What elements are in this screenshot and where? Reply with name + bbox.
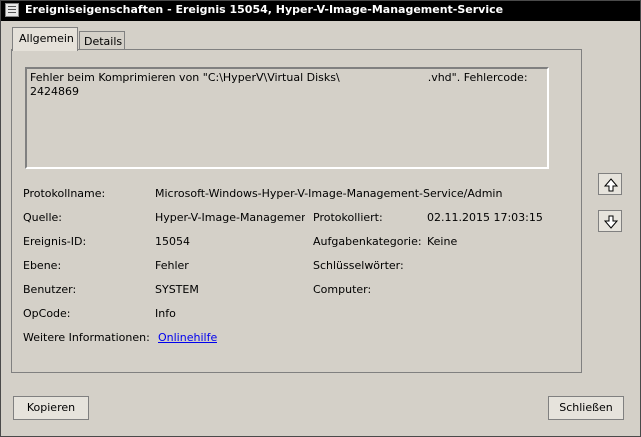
event-message-box[interactable]: Fehler beim Komprimieren von "C:\HyperV\… bbox=[25, 67, 549, 169]
arrow-down-icon bbox=[603, 215, 619, 229]
ereignis-id-value: 15054 bbox=[155, 235, 190, 248]
schluesselwoerter-label: Schlüsselwörter: bbox=[313, 259, 404, 272]
event-properties-window: Ereigniseigenschaften - Ereignis 15054, … bbox=[0, 0, 641, 437]
message-prefix: Fehler beim Komprimieren von "C:\HyperV\… bbox=[30, 71, 340, 84]
tab-details[interactable]: Details bbox=[79, 31, 125, 51]
message-line-2: 2424869 bbox=[30, 85, 79, 98]
benutzer-label: Benutzer: bbox=[23, 283, 77, 296]
opcode-value: Info bbox=[155, 307, 176, 320]
opcode-label: OpCode: bbox=[23, 307, 71, 320]
event-viewer-icon bbox=[5, 3, 19, 17]
next-event-button[interactable] bbox=[598, 210, 622, 232]
quelle-label: Quelle: bbox=[23, 211, 62, 224]
close-button[interactable]: Schließen bbox=[548, 396, 624, 420]
message-suffix: .vhd". Fehlercode: bbox=[427, 71, 528, 84]
quelle-value: Hyper-V-Image-Managemer bbox=[155, 211, 305, 224]
onlinehilfe-link[interactable]: Onlinehilfe bbox=[158, 331, 217, 344]
computer-label: Computer: bbox=[313, 283, 372, 296]
protokollname-label: Protokollname: bbox=[23, 187, 106, 200]
arrow-up-icon bbox=[603, 178, 619, 192]
previous-event-button[interactable] bbox=[598, 173, 622, 195]
protokollname-value: Microsoft-Windows-Hyper-V-Image-Manageme… bbox=[155, 187, 503, 200]
aufgabenkategorie-label: Aufgabenkategorie: bbox=[313, 235, 422, 248]
protokolliert-value: 02.11.2015 17:03:15 bbox=[427, 211, 543, 224]
weitere-informationen-label: Weitere Informationen: bbox=[23, 331, 150, 344]
benutzer-value: SYSTEM bbox=[155, 283, 199, 296]
ebene-value: Fehler bbox=[155, 259, 189, 272]
window-title: Ereigniseigenschaften - Ereignis 15054, … bbox=[25, 3, 504, 16]
protokolliert-label: Protokolliert: bbox=[313, 211, 383, 224]
title-bar: Ereigniseigenschaften - Ereignis 15054, … bbox=[1, 1, 640, 21]
ebene-label: Ebene: bbox=[23, 259, 62, 272]
message-line-1: Fehler beim Komprimieren von "C:\HyperV\… bbox=[30, 71, 544, 85]
copy-button[interactable]: Kopieren bbox=[13, 396, 89, 420]
aufgabenkategorie-value: Keine bbox=[427, 235, 458, 248]
ereignis-id-label: Ereignis-ID: bbox=[23, 235, 87, 248]
tab-allgemein[interactable]: Allgemein bbox=[12, 27, 78, 51]
